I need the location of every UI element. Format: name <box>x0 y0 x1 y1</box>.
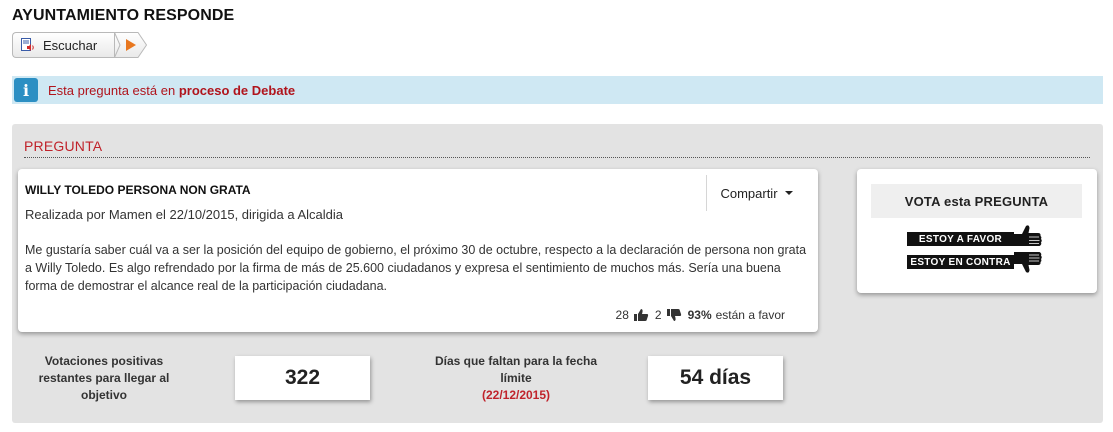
listen-label: Escuchar <box>43 37 98 53</box>
question-panel: PREGUNTA WILLY TOLEDO PERSONA NON GRATA … <box>12 124 1103 423</box>
days-left-label: Días que faltan para la fecha límite (22… <box>431 353 601 404</box>
remaining-votes-label: Votaciones positivas restantes para lleg… <box>38 354 170 402</box>
vote-favor-label: ESTOY A FAVOR <box>907 232 1014 246</box>
days-left-text: Días que faltan para la fecha límite <box>434 354 598 385</box>
section-divider <box>24 157 1090 158</box>
info-alert: i Esta pregunta está en proceso de Debat… <box>12 76 1103 104</box>
remaining-votes-value: 322 <box>235 356 370 400</box>
thumbs-down-icon <box>666 308 682 322</box>
play-button[interactable] <box>114 32 148 58</box>
question-card: WILLY TOLEDO PERSONA NON GRATA Realizada… <box>18 169 818 332</box>
share-dropdown[interactable]: Compartir <box>706 175 806 211</box>
caret-down-icon <box>784 191 793 195</box>
likes-count: 28 <box>615 308 629 322</box>
vote-contra-label: ESTOY EN CONTRA <box>907 255 1014 269</box>
vote-favor-button[interactable]: ESTOY A FAVOR <box>907 225 1047 247</box>
vote-title: VOTA esta PREGUNTA <box>871 184 1082 218</box>
question-stats: 28 2 93% están a favor <box>616 308 785 322</box>
question-body: Me gustaría saber cuál va a ser la posic… <box>25 243 807 293</box>
question-title: WILLY TOLEDO PERSONA NON GRATA <box>25 183 251 197</box>
deadline-date: (22/12/2015) <box>481 388 551 402</box>
dislikes-count: 2 <box>654 308 662 322</box>
favor-percent: 93% <box>687 308 712 322</box>
vote-box: VOTA esta PREGUNTA ESTOY A FAVOR ESTOY E… <box>857 169 1097 293</box>
section-title: PREGUNTA <box>24 138 103 154</box>
page-title: AYUNTAMIENTO RESPONDE <box>12 7 235 24</box>
alert-prefix: Esta pregunta está en <box>48 82 179 98</box>
speaker-icon <box>21 38 37 52</box>
thumbs-down-hand-icon <box>1014 247 1046 275</box>
vote-contra-button[interactable]: ESTOY EN CONTRA <box>907 252 1047 273</box>
alert-text: Esta pregunta está en proceso de Debate <box>48 83 295 98</box>
listen-widget: Escuchar <box>12 32 148 58</box>
alert-status: proceso de Debate <box>178 82 296 98</box>
question-meta: Realizada por Mamen el 22/10/2015, dirig… <box>25 207 343 222</box>
days-left-value: 54 días <box>648 356 783 400</box>
share-label: Compartir <box>720 185 778 201</box>
favor-percent-label: están a favor <box>715 308 785 322</box>
info-icon: i <box>14 78 38 102</box>
thumbs-up-icon <box>633 308 649 322</box>
listen-button[interactable]: Escuchar <box>12 32 120 58</box>
